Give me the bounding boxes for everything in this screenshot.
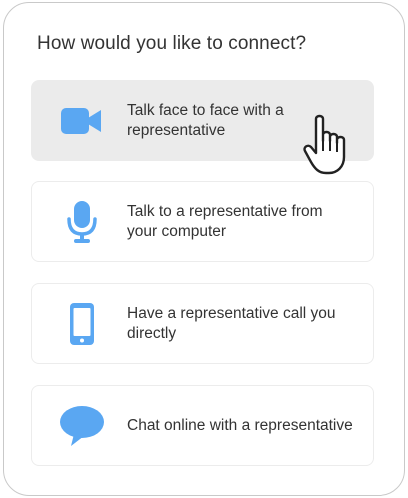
video-camera-icon <box>58 97 106 145</box>
microphone-icon <box>58 198 106 246</box>
option-label: Chat online with a representative <box>127 416 353 434</box>
option-label: Talk face to face with a representative <box>127 101 284 139</box>
connect-options-panel: How would you like to connect? Talk face… <box>3 2 405 496</box>
option-computer-call[interactable]: Talk to a representative from your compu… <box>31 181 374 262</box>
smartphone-icon <box>58 300 106 348</box>
chat-bubble-icon <box>58 402 106 450</box>
option-phone-call[interactable]: Have a representative call you directly <box>31 283 374 364</box>
page-title: How would you like to connect? <box>37 33 307 54</box>
option-chat-online[interactable]: Chat online with a representative <box>31 385 374 466</box>
option-label: Have a representative call you directly <box>127 304 336 342</box>
option-video-call[interactable]: Talk face to face with a representative <box>31 80 374 161</box>
option-label: Talk to a representative from your compu… <box>127 202 323 240</box>
